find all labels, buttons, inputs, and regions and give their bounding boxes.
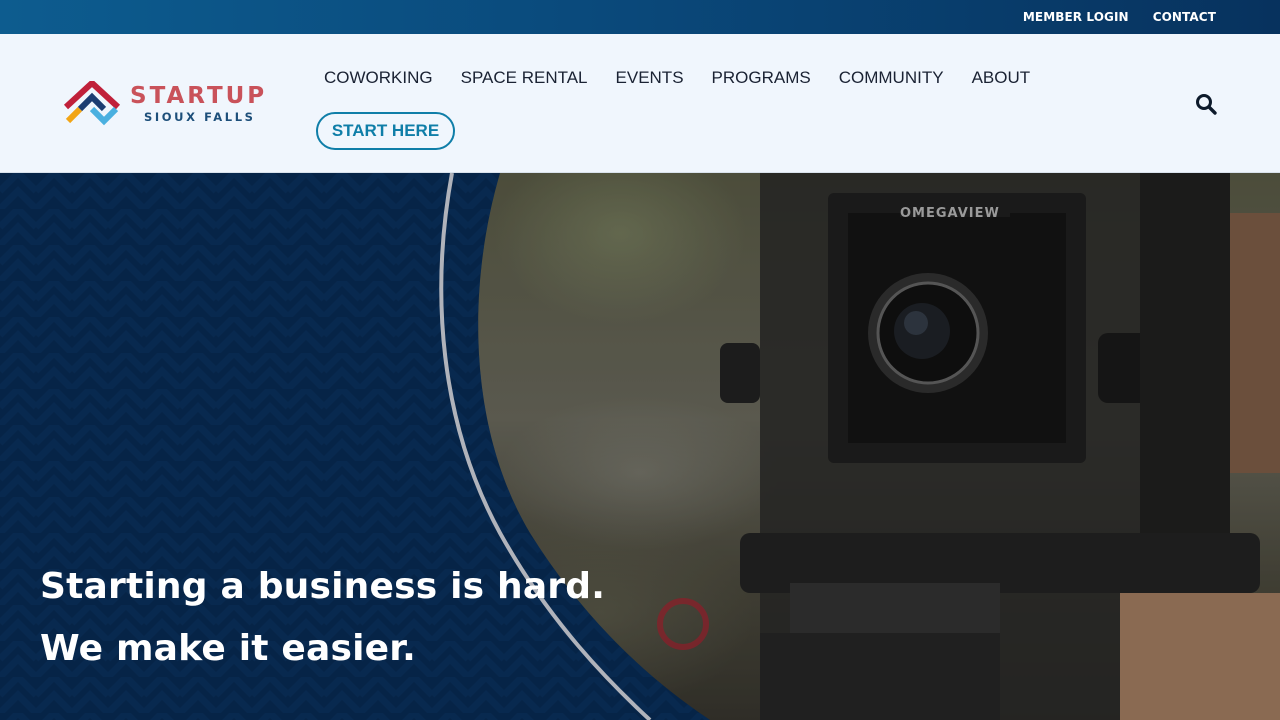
hero-section: OMEGAVIEW Starting a business is hard. W… [0, 173, 1280, 720]
logo-mark-icon [63, 81, 121, 126]
hero-headline-line2: We make it easier. [40, 628, 416, 669]
member-login-link[interactable]: MEMBER LOGIN [1023, 10, 1129, 24]
nav-item-coworking[interactable]: COWORKING [310, 68, 447, 88]
start-here-button[interactable]: START HERE [316, 112, 455, 150]
camera-brand-text: OMEGAVIEW [900, 206, 1000, 221]
contact-link[interactable]: CONTACT [1153, 10, 1216, 24]
site-header: STARTUP SIOUX FALLS COWORKING SPACE RENT… [0, 34, 1280, 173]
hero-headline-line1: Starting a business is hard. [40, 566, 606, 607]
nav-item-events[interactable]: EVENTS [602, 68, 698, 88]
search-icon[interactable] [1194, 92, 1218, 116]
nav-item-community[interactable]: COMMUNITY [825, 68, 958, 88]
nav-item-space-rental[interactable]: SPACE RENTAL [447, 68, 602, 88]
logo-subtitle: SIOUX FALLS [144, 110, 256, 124]
loading-ring [657, 598, 709, 650]
nav-item-about[interactable]: ABOUT [958, 68, 1045, 88]
top-utility-bar: MEMBER LOGIN CONTACT [0, 0, 1280, 34]
logo-wordmark: STARTUP [130, 83, 268, 109]
site-logo[interactable]: STARTUP SIOUX FALLS [62, 81, 272, 127]
main-nav: COWORKING SPACE RENTAL EVENTS PROGRAMS C… [310, 68, 1044, 88]
camera-image [720, 173, 1280, 720]
nav-item-programs[interactable]: PROGRAMS [698, 68, 825, 88]
